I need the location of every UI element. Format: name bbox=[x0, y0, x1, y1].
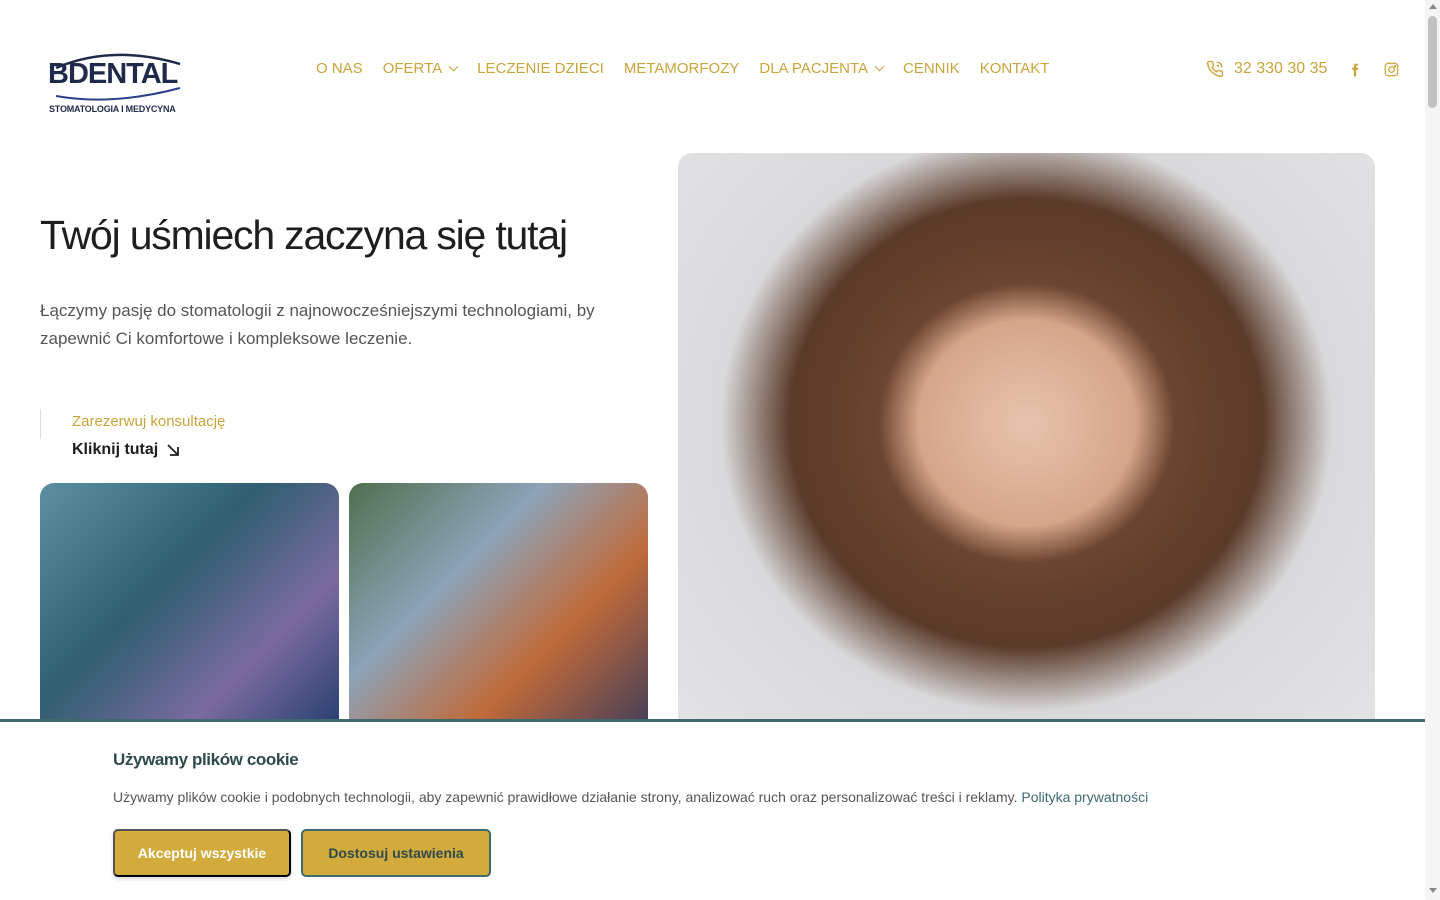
cta-label: Zarezerwuj konsultację bbox=[72, 413, 226, 430]
nav-label: O NAS bbox=[316, 60, 363, 77]
nav-item-leczenie-dzieci[interactable]: LECZENIE DZIECI bbox=[477, 60, 604, 77]
cookie-text: Używamy plików cookie i podobnych techno… bbox=[113, 789, 1148, 805]
hero-title: Twój uśmiech zaczyna się tutaj bbox=[40, 212, 568, 258]
nav-item-kontakt[interactable]: KONTAKT bbox=[980, 60, 1050, 77]
cookie-banner: Używamy plików cookie Używamy plików coo… bbox=[0, 719, 1425, 900]
brand-logo[interactable]: BDENTAL STOMATOLOGIA I MEDYCYNA bbox=[48, 50, 188, 116]
nav-label: METAMORFOZY bbox=[623, 60, 740, 77]
arrow-down-right-icon bbox=[167, 444, 180, 456]
brand-tagline: STOMATOLOGIA I MEDYCYNA bbox=[49, 104, 176, 114]
customize-settings-button[interactable]: Dostosuj ustawienia bbox=[301, 829, 491, 877]
scroll-down-arrow-icon[interactable] bbox=[1429, 888, 1437, 893]
nav-label: LECZENIE DZIECI bbox=[477, 60, 604, 77]
page-scrollbar[interactable] bbox=[1425, 0, 1440, 900]
phone-number: 32 330 30 35 bbox=[1234, 60, 1328, 77]
cookie-message: Używamy plików cookie i podobnych techno… bbox=[113, 789, 1018, 805]
hero-smiling-woman-image bbox=[678, 153, 1375, 753]
phone-link[interactable]: 32 330 30 35 bbox=[1206, 60, 1327, 78]
accept-all-button[interactable]: Akceptuj wszystkie bbox=[113, 829, 291, 877]
clinic-photo-children bbox=[349, 483, 648, 743]
main-nav: O NAS OFERTA LECZENIE DZIECI METAMORFOZY… bbox=[316, 60, 1049, 77]
consultation-cta: Zarezerwuj konsultację Kliknij tutaj bbox=[40, 409, 225, 458]
hero-description: Łączymy pasję do stomatologii z najnowoc… bbox=[40, 301, 595, 348]
facebook-icon[interactable] bbox=[1348, 62, 1362, 78]
chevron-down-icon bbox=[874, 61, 885, 72]
brand-name: BDENTAL bbox=[48, 58, 178, 90]
scroll-up-arrow-icon[interactable] bbox=[1429, 4, 1437, 9]
phone-icon bbox=[1206, 60, 1224, 78]
cta-link-text: Kliknij tutaj bbox=[72, 441, 159, 458]
nav-item-oferta[interactable]: OFERTA bbox=[382, 60, 459, 77]
chevron-down-icon bbox=[448, 61, 459, 72]
cookie-title: Używamy plików cookie bbox=[113, 750, 299, 769]
nav-label: KONTAKT bbox=[979, 60, 1050, 77]
nav-item-o-nas[interactable]: O NAS bbox=[316, 60, 363, 77]
nav-label: CENNIK bbox=[903, 60, 960, 77]
instagram-icon[interactable] bbox=[1384, 62, 1399, 77]
nav-label: DLA PACJENTA bbox=[759, 60, 869, 77]
scroll-thumb[interactable] bbox=[1428, 16, 1437, 108]
clinic-photo-dentist bbox=[40, 483, 339, 743]
cta-link[interactable]: Kliknij tutaj bbox=[72, 441, 180, 459]
privacy-policy-link[interactable]: Polityka prywatności bbox=[1021, 789, 1148, 805]
nav-item-dla-pacjenta[interactable]: DLA PACJENTA bbox=[759, 60, 885, 77]
nav-item-metamorfozy[interactable]: METAMORFOZY bbox=[624, 60, 740, 77]
site-header: BDENTAL STOMATOLOGIA I MEDYCYNA O NAS OF… bbox=[0, 0, 1425, 140]
nav-item-cennik[interactable]: CENNIK bbox=[903, 60, 960, 77]
nav-label: OFERTA bbox=[382, 60, 443, 77]
